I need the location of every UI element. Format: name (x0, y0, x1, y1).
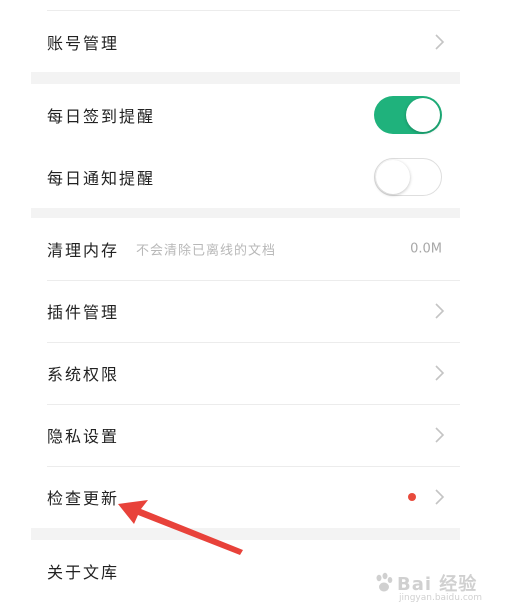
paw-icon (376, 572, 393, 592)
annotation-arrow-icon (118, 500, 243, 555)
baidu-jingyan-watermark: Bai 经验 jingyan.baidu.com (373, 568, 513, 608)
watermark-url: jingyan.baidu.com (399, 593, 483, 603)
